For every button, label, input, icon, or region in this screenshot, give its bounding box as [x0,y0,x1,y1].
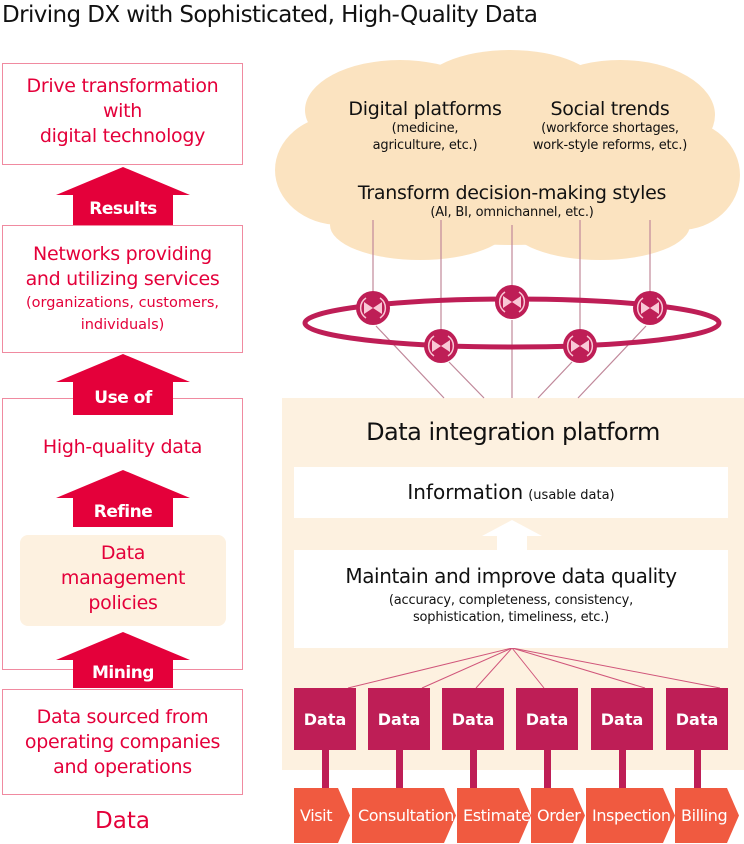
cloud-title: Social trends [550,98,670,120]
data-stem [619,750,626,790]
data-block: Data [666,688,728,750]
information-sub: (usable data) [528,488,615,503]
network-node-icon [563,329,597,363]
information-title: Information [407,480,524,504]
cloud-sub: agriculture, etc.) [372,138,478,153]
cloud-sub: work-style reforms, etc.) [532,138,688,153]
data-stem [694,750,701,790]
data-stem [322,750,329,790]
social-trends: Social trends (workforce shortages, work… [510,98,710,154]
quality-title: Maintain and improve data quality [345,564,677,588]
cloud-title: Digital platforms [348,98,502,120]
data-block: Data [368,688,430,750]
cloud-sub: (AI, BI, omnichannel, etc.) [430,205,594,220]
process-step-inspection: Inspection [586,788,675,843]
decision-making: Transform decision-making styles (AI, BI… [312,182,712,221]
data-block: Data [442,688,504,750]
network-node-icon [495,285,529,319]
information-box: Information (usable data) [294,467,728,518]
cloud-shape [275,50,740,260]
digital-platforms: Digital platforms (medicine, agriculture… [330,98,520,154]
data-block: Data [294,688,356,750]
network-node-icon [633,291,667,325]
up-arrow-stem [497,535,527,550]
data-block: Data [516,688,578,750]
data-stem [396,750,403,790]
cloud-sub: (workforce shortages, [541,121,679,136]
process-step-billing: Billing [675,788,739,843]
cloud-sub: (medicine, [391,121,459,136]
data-block: Data [591,688,653,750]
platform-title: Data integration platform [366,418,660,446]
quality-box: Maintain and improve data quality (accur… [294,550,728,648]
network-node-icon [356,291,390,325]
cloud-title: Transform decision-making styles [357,182,667,204]
data-stem [544,750,551,790]
quality-sub: sophistication, timeliness, etc.) [412,610,610,625]
data-stem [470,750,477,790]
quality-sub: (accuracy, completeness, consistency, [388,593,634,608]
network-node-icon [424,329,458,363]
process-step-consultation: Consultation [352,788,456,843]
process-step-estimate: Estimate [457,788,531,843]
